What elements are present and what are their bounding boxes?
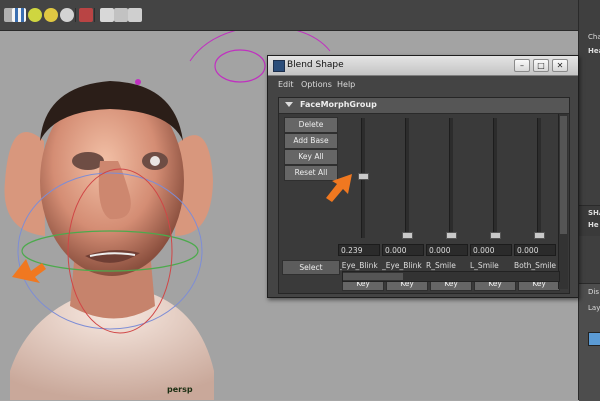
horizontal-scrollbar[interactable] xyxy=(342,271,560,282)
camera-icon[interactable] xyxy=(79,8,93,22)
weight-field[interactable]: 0.239 xyxy=(338,244,380,256)
toolbar-separator xyxy=(75,8,76,22)
weight-field[interactable]: 0.000 xyxy=(426,244,468,256)
weight-field[interactable]: 0.000 xyxy=(382,244,424,256)
shadows-icon[interactable] xyxy=(60,8,74,22)
share-icon[interactable] xyxy=(128,8,142,22)
select-button[interactable]: Select xyxy=(282,260,340,275)
layer-color-swatch[interactable] xyxy=(588,332,600,346)
delete-button[interactable]: Delete xyxy=(284,117,338,133)
slider-track[interactable] xyxy=(493,118,497,238)
panel-label-he: He xyxy=(588,221,599,229)
window-titlebar[interactable]: Blend Shape – □ ✕ xyxy=(268,56,578,76)
blend-shape-window: Blend Shape – □ ✕ Edit Options Help Face… xyxy=(267,55,579,298)
lighting-icon[interactable] xyxy=(44,8,58,22)
annotation-arrow xyxy=(326,174,352,202)
menu-options[interactable]: Options xyxy=(301,80,332,89)
slider-handle[interactable] xyxy=(534,232,545,239)
slider-handle[interactable] xyxy=(446,232,457,239)
window-title: Blend Shape xyxy=(287,60,344,70)
slider-track[interactable] xyxy=(405,118,409,238)
vertical-scrollbar[interactable] xyxy=(558,114,568,289)
slider-handle[interactable] xyxy=(490,232,501,239)
panel-label-sha: SHA xyxy=(588,209,600,217)
viewport-toolbar xyxy=(0,0,578,31)
panel-label-dis: Dis xyxy=(588,288,599,296)
camera-label: persp xyxy=(167,385,193,394)
menu-edit[interactable]: Edit xyxy=(278,80,294,89)
textured-icon[interactable] xyxy=(28,8,42,22)
menu-help[interactable]: Help xyxy=(337,80,355,89)
panel-label-cha: Cha xyxy=(588,33,600,41)
weight-field[interactable]: 0.000 xyxy=(514,244,556,256)
group-header[interactable]: FaceMorphGroup xyxy=(279,98,569,114)
minimize-icon[interactable]: – xyxy=(514,59,530,72)
key-all-button[interactable]: Key All xyxy=(284,149,338,165)
add-base-button[interactable]: Add Base xyxy=(284,133,338,149)
close-icon[interactable]: ✕ xyxy=(552,59,568,72)
panel-label-lay: Lay xyxy=(588,304,600,312)
group-title: FaceMorphGroup xyxy=(300,100,377,109)
isolate-icon[interactable] xyxy=(114,8,128,22)
cube-icon[interactable] xyxy=(100,8,114,22)
slider-track[interactable] xyxy=(537,118,541,238)
weight-field[interactable]: 0.000 xyxy=(470,244,512,256)
panel-label-hea: Hea xyxy=(588,47,600,55)
wireframe-icon[interactable] xyxy=(12,8,26,22)
slider-handle[interactable] xyxy=(402,232,413,239)
toolbar-separator xyxy=(94,8,95,22)
app-icon xyxy=(273,60,285,72)
scrollbar-thumb[interactable] xyxy=(560,116,567,234)
collapse-arrow-icon[interactable] xyxy=(285,102,293,107)
channel-box-panel: Cha Hea SHA He Dis Lay xyxy=(578,0,600,401)
slider-track[interactable] xyxy=(449,118,453,238)
window-menubar: Edit Options Help xyxy=(268,76,578,94)
maximize-icon[interactable]: □ xyxy=(533,59,549,72)
scrollbar-thumb[interactable] xyxy=(343,273,403,280)
